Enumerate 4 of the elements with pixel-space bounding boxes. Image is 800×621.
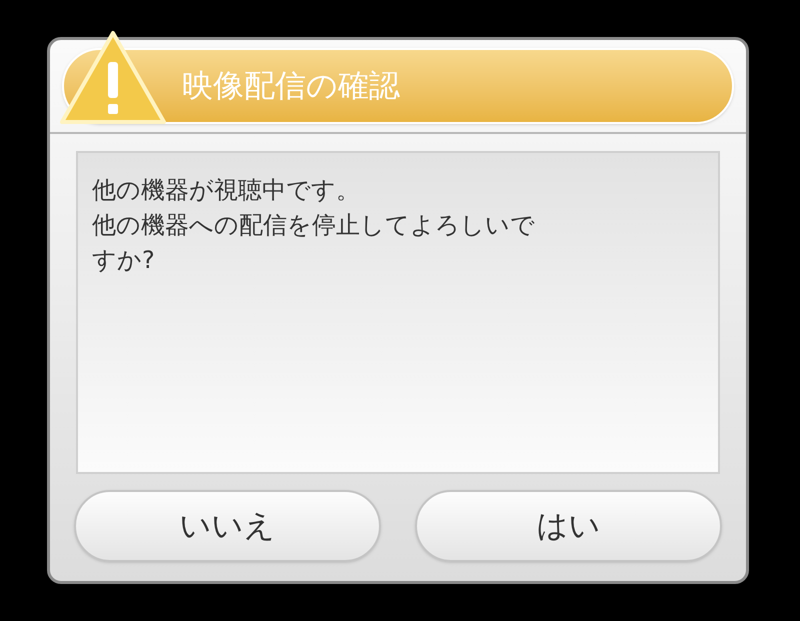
dialog-button[interactable]: はい [415, 490, 722, 562]
message-text: 他の機器が視聴中です。 他の機器への配信を停止してよろしいで すか? [92, 175, 536, 276]
dialog-title: 映像配信の確認 [182, 70, 400, 102]
dialog-button[interactable]: いいえ [74, 490, 381, 562]
